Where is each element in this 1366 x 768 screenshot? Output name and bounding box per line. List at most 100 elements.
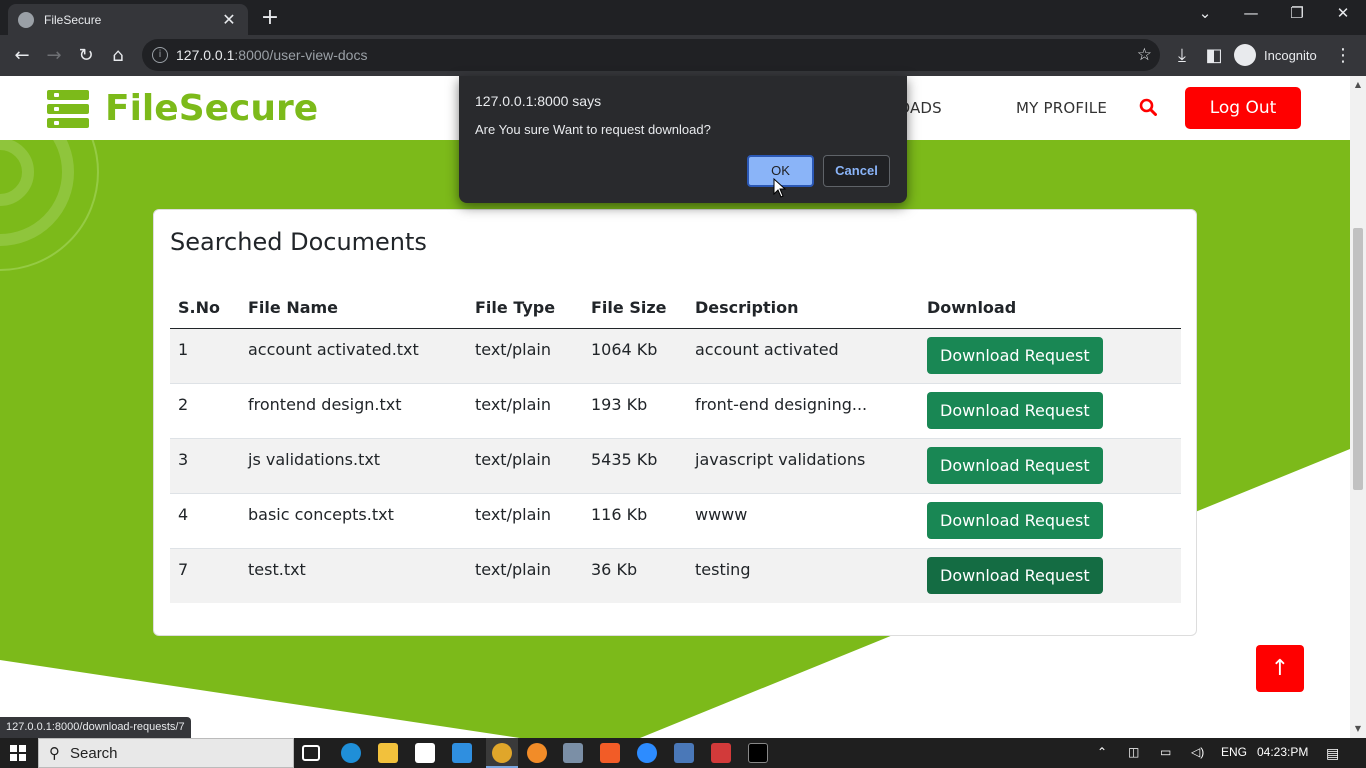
cell-description: wwww: [687, 492, 919, 548]
download-request-button[interactable]: Download Request: [927, 336, 1103, 374]
cell-file-type: text/plain: [467, 492, 583, 548]
restore-button[interactable]: ❐: [1282, 4, 1312, 22]
scroll-up-icon[interactable]: ▲: [1350, 80, 1366, 89]
server-icon: [47, 89, 89, 128]
search-icon[interactable]: [1139, 98, 1157, 116]
taskbar-search[interactable]: ⚲ Search: [38, 738, 294, 768]
col-download: Download: [919, 288, 1181, 329]
cell-file-size: 193 Kb: [583, 382, 687, 438]
incognito-label: Incognito: [1264, 47, 1317, 63]
vscode-icon[interactable]: [452, 743, 472, 763]
logo-text: FileSecure: [105, 88, 319, 129]
tab-search-icon[interactable]: ⌄: [1190, 4, 1220, 22]
app-icon[interactable]: [415, 743, 435, 763]
incognito-indicator[interactable]: Incognito: [1234, 42, 1317, 68]
cell-file-name: frontend design.txt: [240, 382, 467, 438]
close-window-button[interactable]: ✕: [1328, 4, 1358, 22]
cell-description: account activated: [687, 327, 919, 383]
side-panel-icon[interactable]: ◧: [1201, 43, 1227, 69]
brave-icon[interactable]: [600, 743, 620, 763]
app-icon[interactable]: [563, 743, 583, 763]
star-icon[interactable]: ☆: [1137, 45, 1152, 65]
scroll-thumb[interactable]: [1353, 228, 1363, 490]
network-icon[interactable]: ▭: [1160, 745, 1171, 759]
col-file-name: File Name: [240, 288, 467, 329]
new-tab-button[interactable]: +: [258, 5, 282, 30]
cell-description: front-end designing...: [687, 382, 919, 438]
minimize-button[interactable]: —: [1236, 4, 1266, 22]
cell-sno: 4: [170, 492, 240, 548]
cell-file-name: basic concepts.txt: [240, 492, 467, 548]
task-view-icon[interactable]: [302, 745, 320, 761]
cell-description: javascript validations: [687, 437, 919, 493]
url-host: 127.0.0.1: [176, 47, 235, 63]
arrow-up-icon[interactable]: ↑: [1256, 645, 1304, 692]
language-indicator[interactable]: ENG: [1221, 745, 1247, 759]
search-app-icon[interactable]: [527, 743, 547, 763]
address-bar[interactable]: i 127.0.0.1:8000/user-view-docs ☆: [142, 39, 1160, 71]
nav-my-profile[interactable]: MY PROFILE: [1016, 99, 1107, 117]
edge-icon[interactable]: [341, 743, 361, 763]
col-sno: S.No: [170, 288, 240, 329]
windows-start-icon[interactable]: [10, 745, 26, 761]
cell-download: Download Request: [919, 547, 1181, 603]
cell-download: Download Request: [919, 382, 1181, 438]
cell-file-size: 36 Kb: [583, 547, 687, 603]
chevron-up-icon[interactable]: ⌃: [1097, 745, 1107, 759]
notifications-icon[interactable]: ▤: [1326, 745, 1339, 762]
back-icon[interactable]: ←: [9, 43, 35, 69]
download-request-button[interactable]: Download Request: [927, 446, 1103, 484]
download-request-button[interactable]: Download Request: [927, 501, 1103, 539]
dialog-title: 127.0.0.1:8000 says: [475, 93, 602, 109]
close-tab-icon[interactable]: ✕: [220, 10, 238, 29]
url-path: :8000/user-view-docs: [234, 47, 368, 63]
forward-icon[interactable]: →: [41, 43, 67, 69]
table-row: 2 frontend design.txt text/plain 193 Kb …: [170, 382, 1181, 438]
app-icon[interactable]: [674, 743, 694, 763]
windows-taskbar: ⚲ Search ⌃ ◫ ▭ ◁) ENG 04:23:PM ▤: [0, 738, 1366, 768]
clock[interactable]: 04:23:PM: [1257, 745, 1308, 759]
file-explorer-icon[interactable]: [378, 743, 398, 763]
page-scrollbar[interactable]: ▲ ▼: [1350, 76, 1366, 738]
table-row: 1 account activated.txt text/plain 1064 …: [170, 327, 1181, 383]
anydesk-icon[interactable]: [711, 743, 731, 763]
cell-sno: 1: [170, 327, 240, 383]
terminal-icon[interactable]: [748, 743, 768, 763]
tab-title: FileSecure: [44, 12, 102, 27]
taskbar-search-label: Search: [70, 744, 118, 762]
logout-button[interactable]: Log Out: [1185, 87, 1301, 129]
reload-icon[interactable]: ↻: [73, 43, 99, 69]
download-icon[interactable]: ⤓: [1169, 43, 1195, 69]
col-file-type: File Type: [467, 288, 583, 329]
cell-file-type: text/plain: [467, 547, 583, 603]
download-request-button[interactable]: Download Request: [927, 556, 1103, 594]
cell-file-name: account activated.txt: [240, 327, 467, 383]
table-header-row: S.No File Name File Type File Size Descr…: [170, 288, 1181, 329]
tab-strip: FileSecure ✕ + ⌄ — ❐ ✕: [0, 0, 1366, 35]
status-url-bubble: 127.0.0.1:8000/download-requests/7: [0, 717, 191, 738]
cell-file-size: 1064 Kb: [583, 327, 687, 383]
meet-icon[interactable]: ◫: [1128, 745, 1139, 759]
incognito-icon: [1234, 44, 1256, 66]
cell-sno: 2: [170, 382, 240, 438]
browser-tab[interactable]: FileSecure ✕: [8, 4, 248, 35]
cancel-button[interactable]: Cancel: [823, 155, 890, 187]
menu-icon[interactable]: ⋮: [1330, 43, 1356, 69]
cell-file-type: text/plain: [467, 327, 583, 383]
cell-description: testing: [687, 547, 919, 603]
info-icon[interactable]: i: [152, 47, 168, 63]
cell-file-name: test.txt: [240, 547, 467, 603]
chrome-icon[interactable]: [492, 743, 512, 763]
scroll-down-icon[interactable]: ▼: [1350, 724, 1366, 733]
cell-file-type: text/plain: [467, 382, 583, 438]
cell-sno: 7: [170, 547, 240, 603]
cell-file-size: 5435 Kb: [583, 437, 687, 493]
browser-toolbar: ← → ↻ ⌂ i 127.0.0.1:8000/user-view-docs …: [0, 35, 1366, 76]
site-logo[interactable]: FileSecure: [47, 88, 318, 129]
cell-file-size: 116 Kb: [583, 492, 687, 548]
download-request-button[interactable]: Download Request: [927, 391, 1103, 429]
volume-icon[interactable]: ◁): [1191, 745, 1204, 759]
home-icon[interactable]: ⌂: [105, 43, 131, 69]
search-icon: ⚲: [49, 744, 60, 762]
zoom-icon[interactable]: [637, 743, 657, 763]
